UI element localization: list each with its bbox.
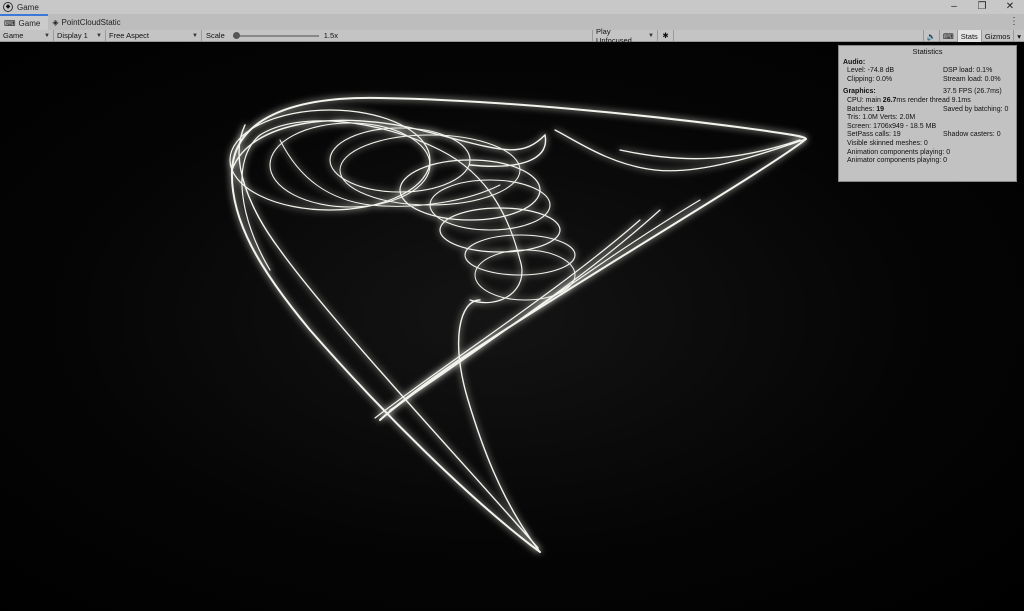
tab-pointcloudstatic[interactable]: ◈ PointCloudStatic <box>48 15 128 30</box>
play-mode-dropdown[interactable]: Play Unfocused ▼ <box>592 26 658 45</box>
window-title: Game <box>17 2 39 12</box>
view-dropdown[interactable]: Game ▼ <box>0 29 54 42</box>
minimize-icon[interactable]: – <box>940 0 968 14</box>
fps: 37.5 FPS (26.7ms) <box>943 88 1002 96</box>
batches: Batches: 19 <box>847 106 943 115</box>
bug-icon[interactable]: ✱ <box>658 29 674 42</box>
chevron-down-icon: ▼ <box>192 32 198 39</box>
window-controls: – ❐ ✕ <box>940 0 1024 14</box>
visible-skinned-meshes: Visible skinned meshes: 0 <box>847 139 928 147</box>
scale-slider[interactable] <box>232 31 319 39</box>
more-options-icon[interactable]: ⋮ <box>1009 16 1019 27</box>
unity-logo-icon: ◆ <box>3 2 13 12</box>
gamepad-icon: ⌨ <box>4 18 16 28</box>
close-icon[interactable]: ✕ <box>996 0 1024 14</box>
scale-control: Scale 1.5x <box>202 30 592 42</box>
cpu-stats: CPU: main 26.7ms render thread 9.1ms <box>843 97 1012 106</box>
cpu-main-value: 26.7 <box>882 96 897 104</box>
window-titlebar: ◆ Game – ❐ ✕ <box>0 0 1024 14</box>
display-dropdown[interactable]: Display 1 ▼ <box>54 29 106 42</box>
stats-row: SetPass calls: 19 Shadow casters: 0 <box>843 131 1012 140</box>
stats-row: Graphics: 37.5 FPS (26.7ms) <box>843 88 1012 97</box>
aspect-dropdown[interactable]: Free Aspect ▼ <box>106 29 202 42</box>
tab-game[interactable]: ⌨ Game <box>0 14 49 30</box>
audio-level: Level: -74.8 dB <box>847 67 895 75</box>
shadow-casters: Shadow casters: 0 <box>943 131 1001 139</box>
stats-button[interactable]: Stats <box>956 30 981 42</box>
audio-header: Audio: <box>843 58 866 66</box>
game-toolbar: Game ▼ Display 1 ▼ Free Aspect ▼ Scale 1.5x… <box>0 26 1024 45</box>
toolbar-right: 🔈 ⌨ Stats Gizmos ▾ <box>922 30 1024 42</box>
chevron-down-icon[interactable]: ▾ <box>1013 30 1024 42</box>
display-dropdown-label: Display 1 <box>57 31 88 40</box>
batches-label: Batches: <box>847 105 875 113</box>
animator-components: Animator components playing: 0 <box>847 157 947 165</box>
gizmos-button[interactable]: Gizmos <box>980 30 1013 42</box>
stats-row: Clipping: 0.0% Stream load: 0.0% <box>843 76 1012 85</box>
cpu-prefix: CPU: main <box>847 96 881 104</box>
view-dropdown-label: Game <box>3 31 24 40</box>
mute-audio-icon[interactable]: 🔈 <box>922 30 939 42</box>
chevron-down-icon: ▼ <box>648 32 654 39</box>
stream-load: Stream load: 0.0% <box>943 75 1001 83</box>
scale-slider-handle[interactable] <box>232 31 240 39</box>
dsp-load: DSP load: 0.1% <box>943 67 993 75</box>
saved-by-batching: Saved by batching: 0 <box>943 105 1009 113</box>
stats-row: Batches: 19 Saved by batching: 0 <box>843 106 1012 115</box>
keyboard-icon[interactable]: ⌨ <box>938 30 957 42</box>
scale-label: Scale <box>206 31 225 40</box>
chevron-down-icon: ▼ <box>44 32 50 39</box>
tab-label: PointCloudStatic <box>61 18 121 27</box>
scale-value: 1.5x <box>323 31 338 40</box>
tris-verts: Tris: 1.0M Verts: 2.0M <box>847 114 916 122</box>
statistics-panel: Statistics Audio: Level: -74.8 dB DSP lo… <box>838 45 1017 182</box>
play-mode-label: Play Unfocused <box>596 26 632 45</box>
unity-icon: ◈ <box>52 18 59 27</box>
cpu-suffix: ms render thread 9.1ms <box>896 96 971 104</box>
graphics-header: Graphics: <box>843 88 876 96</box>
tab-label: Game <box>18 18 41 28</box>
animation-components: Animation components playing: 0 <box>847 148 951 156</box>
screen-stats: Screen: 1706x949 - 18.5 MB <box>847 122 937 130</box>
clipping: Clipping: 0.0% <box>847 75 893 83</box>
chevron-down-icon: ▼ <box>96 32 102 39</box>
setpass-calls: SetPass calls: 19 <box>847 131 901 139</box>
restore-icon[interactable]: ❐ <box>968 0 996 14</box>
stats-title: Statistics <box>912 47 943 56</box>
tab-bar: ⌨ Game ◈ PointCloudStatic ⋮ <box>0 14 1024 30</box>
aspect-dropdown-label: Free Aspect <box>109 31 150 40</box>
stats-row: Level: -74.8 dB DSP load: 0.1% <box>843 67 1012 76</box>
batches-value: 19 <box>876 105 884 113</box>
